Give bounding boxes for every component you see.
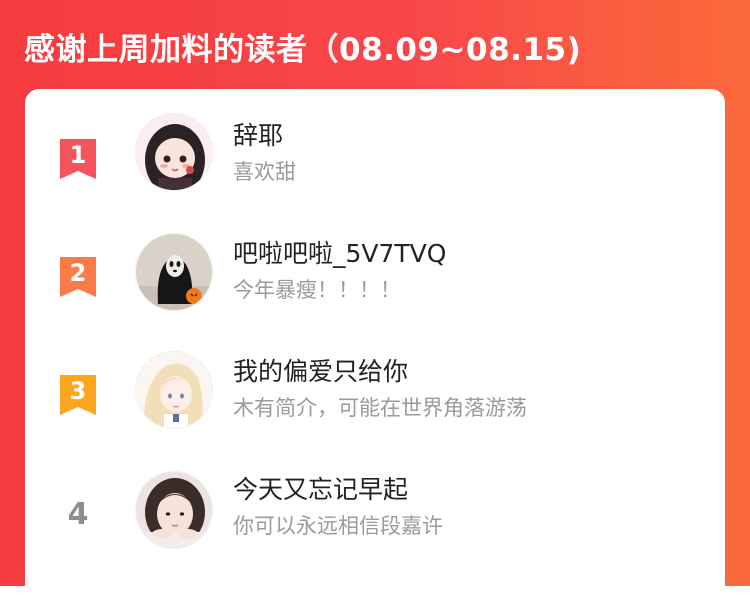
page-title: 感谢上周加料的读者（08.09~08.15) bbox=[24, 32, 582, 68]
reader-name: 我的偏爱只给你 bbox=[233, 357, 409, 386]
leaderboard-banner: 感谢上周加料的读者（08.09~08.15) 1 辞耶 喜欢甜 2 吧啦吧啦_5… bbox=[0, 0, 750, 609]
reader-name: 辞耶 bbox=[233, 121, 284, 150]
reader-bio: 今年暴瘦！！！！ bbox=[233, 278, 401, 302]
list-item[interactable]: 3 我的偏爱只给你 木有简介，可能在世界角落游荡 bbox=[25, 335, 725, 453]
reader-bio: 喜欢甜 bbox=[233, 160, 296, 184]
reader-bio: 木有简介，可能在世界角落游荡 bbox=[233, 396, 527, 420]
reader-name: 今天又忘记早起 bbox=[233, 475, 409, 504]
rank-number: 1 bbox=[69, 141, 87, 169]
avatar[interactable] bbox=[135, 233, 213, 311]
avatar[interactable] bbox=[135, 113, 213, 191]
list-item[interactable]: 2 吧啦吧啦_5V7TVQ 今年暴瘦！！！！ bbox=[25, 217, 725, 335]
reader-name: 吧啦吧啦_5V7TVQ bbox=[233, 239, 447, 268]
reader-list-card: 1 辞耶 喜欢甜 2 吧啦吧啦_5V7TVQ 今年暴瘦！！！！ 3 我的偏爱只给… bbox=[25, 89, 725, 609]
rank-number: 4 bbox=[67, 497, 89, 532]
avatar[interactable] bbox=[135, 351, 213, 429]
list-item[interactable]: 1 辞耶 喜欢甜 bbox=[25, 99, 725, 217]
rank-2-ribbon-icon: 2 bbox=[58, 255, 98, 299]
list-item[interactable]: 4 今天又忘记早起 你可以永远相信段嘉许 bbox=[25, 453, 725, 571]
rank-1-ribbon-icon: 1 bbox=[58, 137, 98, 181]
avatar[interactable] bbox=[135, 471, 213, 549]
rank-number: 3 bbox=[69, 377, 87, 405]
rank-number: 2 bbox=[69, 259, 87, 287]
reader-bio: 你可以永远相信段嘉许 bbox=[233, 514, 443, 538]
rank-3-ribbon-icon: 3 bbox=[58, 373, 98, 417]
